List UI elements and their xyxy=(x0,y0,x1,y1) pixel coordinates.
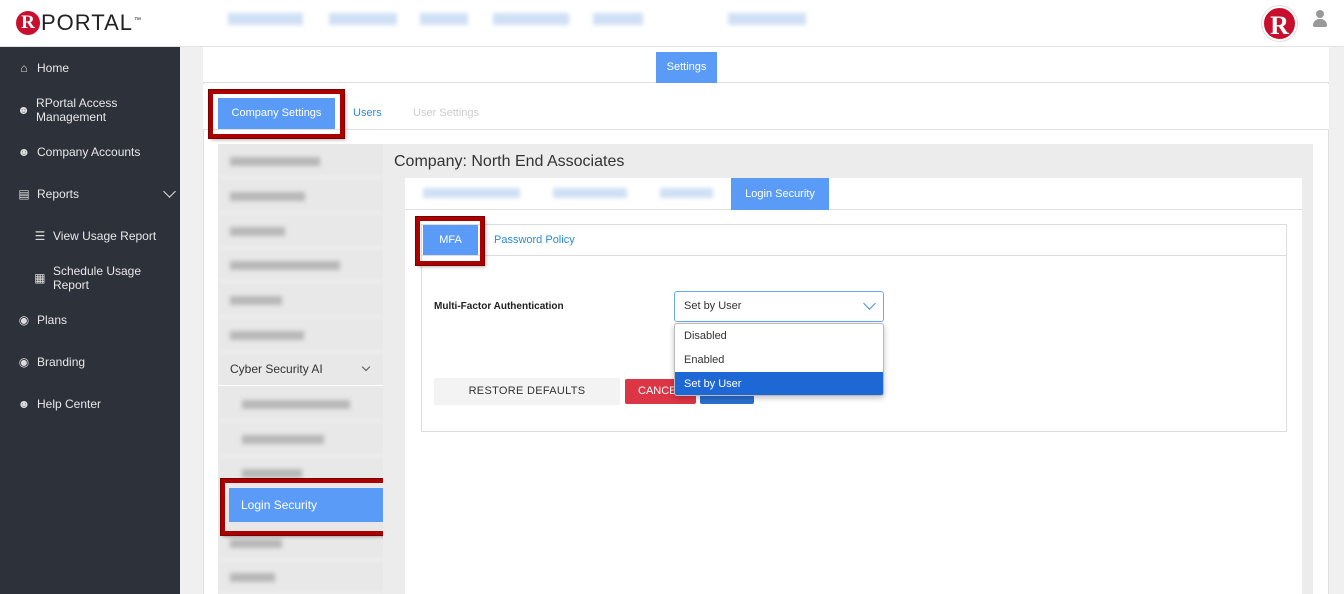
sidebar-item-label: Reports xyxy=(37,187,80,201)
tab-blurred[interactable] xyxy=(593,13,643,25)
tab-blurred[interactable] xyxy=(493,13,569,25)
page-title: Company: North End Associates xyxy=(394,153,625,170)
subnav-item[interactable] xyxy=(218,387,383,421)
sidebar-item-company-accounts[interactable]: ☻ Company Accounts xyxy=(0,131,180,173)
tab-company-settings[interactable]: Company Settings xyxy=(218,98,335,129)
bar-chart-icon: ▤ xyxy=(18,187,30,201)
tab-blurred[interactable] xyxy=(660,188,713,198)
calendar-icon: ▦ xyxy=(34,271,46,285)
subnav-item[interactable] xyxy=(218,526,383,560)
tab-blurred[interactable] xyxy=(423,188,520,198)
tab-mfa[interactable]: MFA xyxy=(423,225,478,255)
user-plus-icon: ☻ xyxy=(17,103,30,117)
subnav-item[interactable] xyxy=(218,144,383,178)
sidebar-item-schedule-usage-report[interactable]: ▦ Schedule Usage Report xyxy=(0,257,180,299)
chevron-down-icon xyxy=(863,297,876,310)
profile-avatar[interactable]: R xyxy=(1262,6,1297,41)
lifebuoy-icon: ◉ xyxy=(18,313,30,327)
chevron-down-icon xyxy=(361,362,371,372)
dropdown-option-enabled[interactable]: Enabled xyxy=(675,348,883,372)
sidebar-item-label: Plans xyxy=(37,313,68,327)
sidebar-item-label: RPortal Access Management xyxy=(36,96,118,124)
mfa-label: Multi-Factor Authentication xyxy=(434,301,564,312)
sidebar-item-label: View Usage Report xyxy=(53,229,157,243)
subnav-item-label: Cyber Security AI xyxy=(230,362,323,376)
mfa-dropdown-list: Disabled Enabled Set by User xyxy=(674,323,884,396)
sidebar: ⌂ Home ☻ RPortal Access Management ☻ Com… xyxy=(0,47,180,594)
tab-users[interactable]: Users xyxy=(353,107,382,119)
rportal-logo[interactable]: R PORTAL ™ xyxy=(16,9,141,37)
sidebar-item-view-usage-report[interactable]: ☰ View Usage Report xyxy=(0,215,180,257)
tab-settings[interactable]: Settings xyxy=(656,52,717,83)
logo-text: PORTAL xyxy=(41,10,133,35)
subnav-item[interactable] xyxy=(218,214,383,248)
sidebar-item-help-center[interactable]: ☻ Help Center xyxy=(0,383,180,425)
sidebar-item-home[interactable]: ⌂ Home xyxy=(0,47,180,89)
sidebar-item-plans[interactable]: ◉ Plans xyxy=(0,299,180,341)
sidebar-item-access-management[interactable]: ☻ RPortal Access Management xyxy=(0,89,180,131)
mfa-select[interactable]: Set by User xyxy=(674,291,884,322)
tab-user-settings[interactable]: User Settings xyxy=(413,107,479,119)
subnav-item[interactable] xyxy=(218,560,383,594)
tab-blurred[interactable] xyxy=(553,188,627,198)
subnav-item[interactable] xyxy=(218,248,383,282)
subnav-item[interactable] xyxy=(218,422,383,456)
dropdown-option-disabled[interactable]: Disabled xyxy=(675,324,883,348)
cyber-tabs xyxy=(405,178,1302,210)
logo-r-badge: R xyxy=(16,11,40,35)
user-icon[interactable] xyxy=(1312,10,1328,28)
sidebar-item-reports[interactable]: ▤ Reports xyxy=(0,173,180,215)
subnav-item[interactable] xyxy=(218,283,383,317)
sidebar-item-branding[interactable]: ◉ Branding xyxy=(0,341,180,383)
tab-blurred[interactable] xyxy=(329,13,397,25)
list-icon: ☰ xyxy=(34,229,46,243)
mfa-select-value: Set by User xyxy=(684,300,742,312)
tab-password-policy[interactable]: Password Policy xyxy=(494,234,575,246)
sidebar-item-label: Branding xyxy=(37,355,86,369)
subnav-item[interactable] xyxy=(218,456,383,490)
tab-blurred[interactable] xyxy=(728,13,806,25)
tab-blurred[interactable] xyxy=(420,13,468,25)
subnav-item-login-security[interactable]: Login Security xyxy=(229,488,383,522)
sidebar-item-label: Company Accounts xyxy=(37,145,141,159)
home-icon: ⌂ xyxy=(20,61,28,75)
users-icon: ☻ xyxy=(17,397,31,411)
users-icon: ☻ xyxy=(17,145,31,159)
lifebuoy-icon: ◉ xyxy=(18,355,30,369)
subnav-item[interactable] xyxy=(218,318,383,352)
logo-trademark: ™ xyxy=(134,16,141,24)
tab-blurred[interactable] xyxy=(228,13,303,25)
sidebar-item-label: Schedule Usage Report xyxy=(52,264,142,292)
sidebar-item-label: Home xyxy=(37,61,70,75)
subnav-item-cyber-security-ai[interactable]: Cyber Security AI xyxy=(218,352,383,386)
chevron-down-icon xyxy=(163,185,176,198)
top-tabs xyxy=(203,47,1329,83)
settings-subnav: Cyber Security AI xyxy=(218,144,383,594)
sidebar-item-label: Help Center xyxy=(37,397,102,411)
tab-login-security[interactable]: Login Security xyxy=(731,178,829,210)
restore-defaults-button[interactable]: RESTORE DEFAULTS xyxy=(434,378,620,405)
subnav-item[interactable] xyxy=(218,179,383,213)
top-bar: R PORTAL ™ R xyxy=(0,0,1344,47)
dropdown-option-set-by-user[interactable]: Set by User xyxy=(675,372,883,395)
